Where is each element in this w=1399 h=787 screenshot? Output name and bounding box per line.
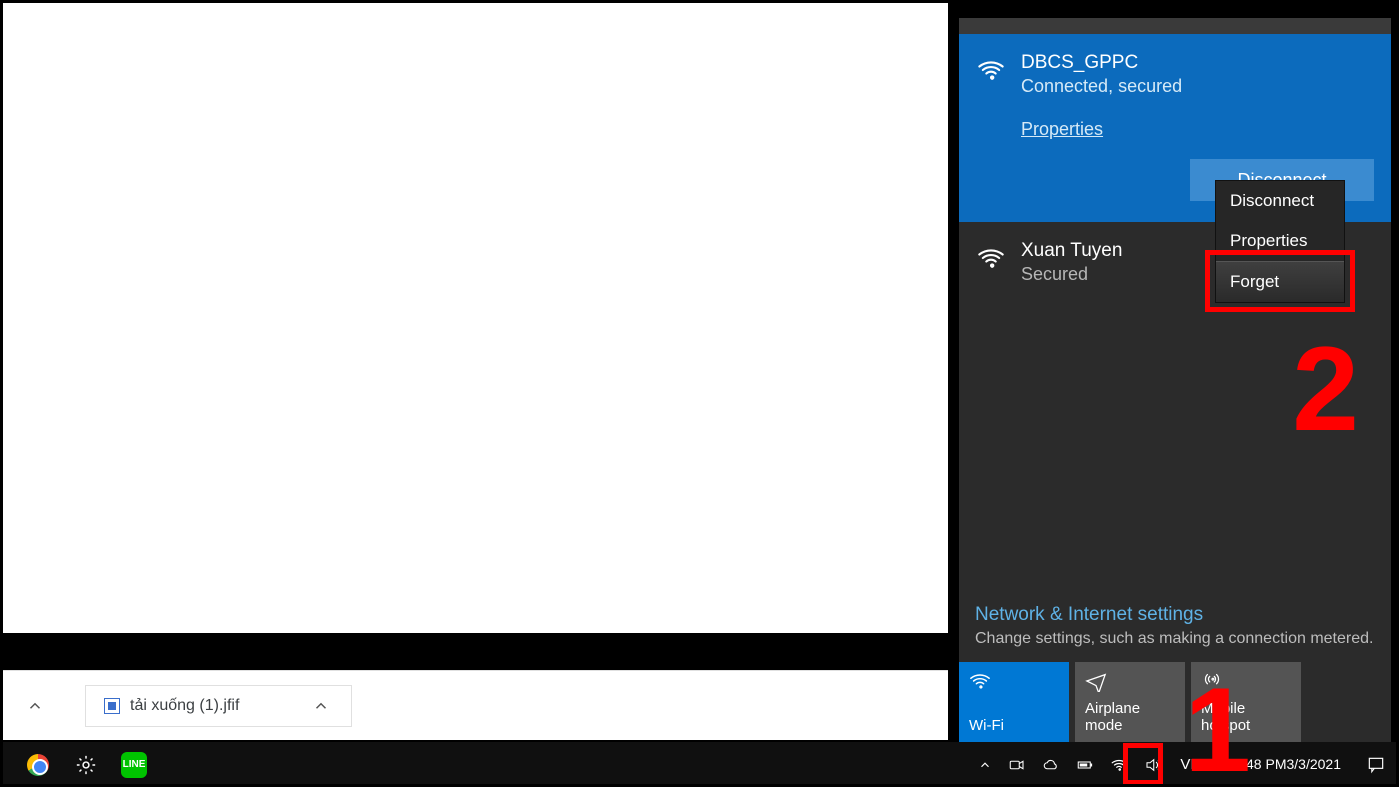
connected-ssid: DBCS_GPPC: [1021, 52, 1373, 74]
connected-properties-link: Properties: [1021, 119, 1373, 140]
notification-icon: [1366, 755, 1386, 775]
wifi-icon: [969, 670, 1059, 692]
download-filename: tải xuống (1).jfif: [130, 697, 239, 715]
clock-date: 3/3/2021: [1287, 756, 1342, 773]
tray-volume[interactable]: [1136, 742, 1170, 787]
connected-status: Connected, secured: [1021, 76, 1373, 97]
ctx-disconnect[interactable]: Disconnect: [1216, 181, 1344, 221]
wifi-icon: [977, 244, 1005, 272]
tray-onedrive[interactable]: [1034, 742, 1068, 787]
tile-airplane[interactable]: Airplane mode: [1075, 662, 1185, 742]
network-settings-section: Network & Internet settings Change setti…: [959, 604, 1391, 742]
speaker-icon: [1144, 756, 1162, 774]
download-item-menu[interactable]: [309, 694, 333, 718]
tray-wifi[interactable]: [1102, 742, 1136, 787]
ctx-properties[interactable]: Properties: [1216, 221, 1344, 261]
tile-wifi[interactable]: Wi-Fi: [959, 662, 1069, 742]
annotation-number-2: 2: [1292, 320, 1359, 458]
download-item[interactable]: tải xuống (1).jfif: [85, 685, 352, 727]
download-shelf-open-caret[interactable]: [23, 694, 47, 718]
chevron-up-icon: [978, 758, 992, 772]
airplane-icon: [1085, 670, 1175, 692]
tray-action-center[interactable]: [1353, 742, 1399, 787]
annotation-number-1: 1: [1184, 661, 1251, 787]
chevron-up-icon: [312, 697, 330, 715]
tile-wifi-label: Wi-Fi: [969, 717, 1059, 734]
browser-window-body: [3, 3, 948, 633]
quick-tiles: Wi-Fi Airplane mode Mobile hotspot: [959, 662, 1391, 742]
battery-icon: [1076, 756, 1094, 774]
taskbar-edge: [0, 742, 14, 787]
camera-icon: [1008, 756, 1026, 774]
tray-overflow[interactable]: [970, 742, 1000, 787]
image-file-icon: [104, 698, 120, 714]
chrome-icon: [27, 754, 49, 776]
tile-airplane-label: Airplane mode: [1085, 700, 1175, 734]
taskbar-chrome[interactable]: [14, 742, 62, 787]
gear-icon: [75, 754, 97, 776]
network-settings-subtitle: Change settings, such as making a connec…: [975, 630, 1375, 648]
tray-meet-now[interactable]: [1000, 742, 1034, 787]
line-app-icon: LINE: [121, 752, 147, 778]
ctx-forget[interactable]: Forget: [1216, 261, 1344, 302]
wifi-icon: [977, 56, 1005, 84]
network-flyout-titlebar: [959, 18, 1391, 34]
network-settings-link[interactable]: Network & Internet settings: [975, 604, 1375, 626]
wifi-context-menu: Disconnect Properties Forget: [1215, 180, 1345, 303]
chevron-up-icon: [26, 697, 44, 715]
taskbar-settings[interactable]: [62, 742, 110, 787]
download-shelf: tải xuống (1).jfif: [3, 670, 948, 740]
wifi-icon: [1110, 756, 1128, 774]
properties-link[interactable]: Properties: [1021, 119, 1103, 139]
cloud-icon: [1042, 756, 1060, 774]
tray-battery[interactable]: [1068, 742, 1102, 787]
taskbar-line[interactable]: LINE: [110, 742, 158, 787]
